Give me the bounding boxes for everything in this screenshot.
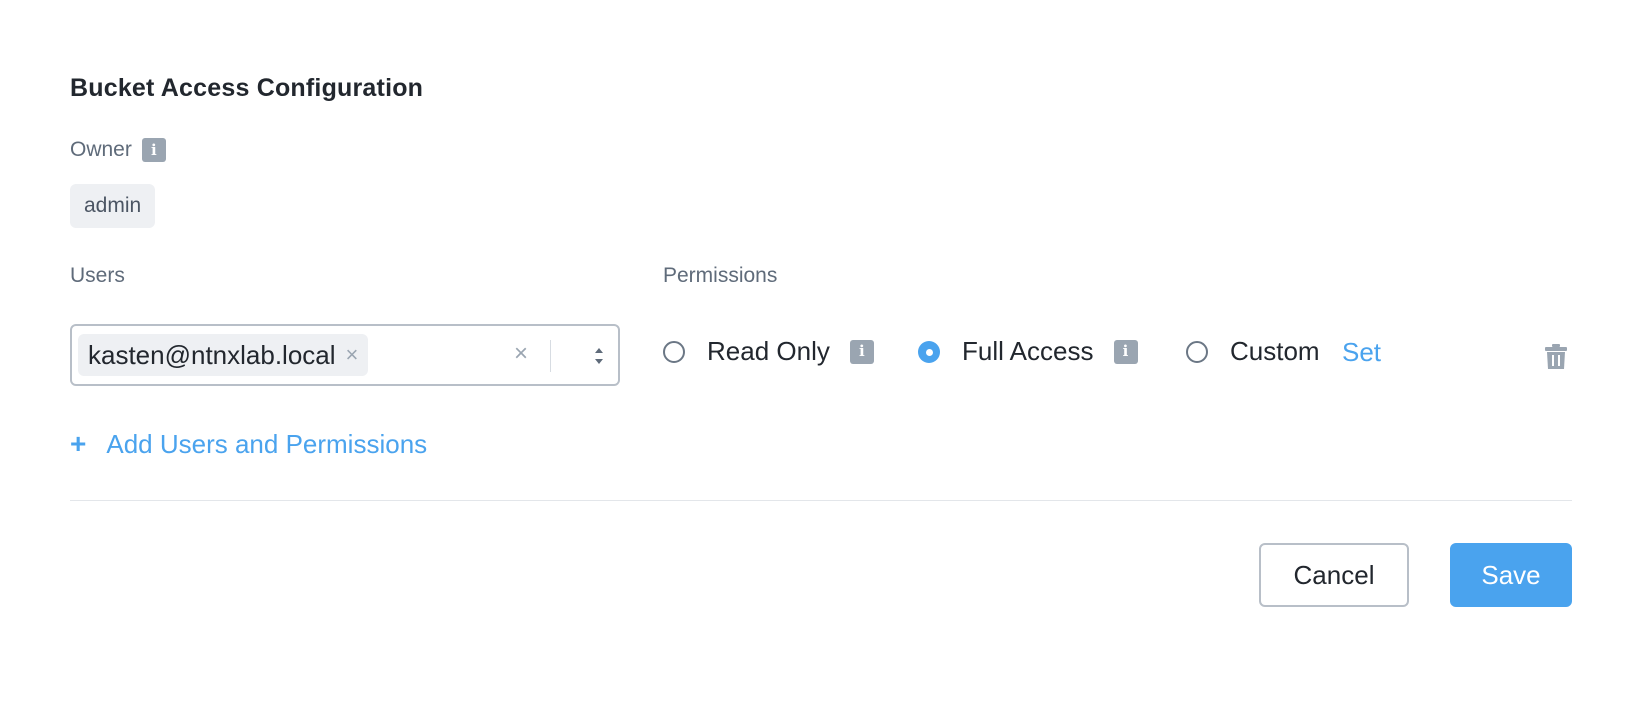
user-chip-label: kasten@ntnxlab.local — [88, 339, 336, 370]
radio-custom-circle[interactable] — [1186, 340, 1208, 363]
permissions-label: Permissions — [663, 264, 778, 287]
plus-icon: + — [70, 428, 87, 459]
footer-divider — [70, 500, 1572, 501]
owner-label: Owner — [70, 138, 132, 161]
radio-custom-label: Custom — [1230, 336, 1320, 366]
user-chip: kasten@ntnxlab.local × — [78, 334, 369, 376]
radio-read-only-circle[interactable] — [663, 340, 685, 363]
save-button[interactable]: Save — [1450, 543, 1572, 607]
owner-label-row: Owner i — [70, 138, 166, 162]
users-select[interactable]: kasten@ntnxlab.local × × — [70, 324, 620, 386]
info-icon[interactable]: i — [1113, 339, 1138, 364]
radio-full-access[interactable]: Full Access i — [918, 336, 1138, 367]
radio-custom[interactable]: Custom — [1186, 336, 1320, 367]
info-icon[interactable]: i — [849, 339, 874, 364]
info-icon[interactable]: i — [141, 138, 166, 162]
radio-read-only-label: Read Only — [707, 336, 830, 366]
owner-value: admin — [70, 184, 156, 228]
users-label: Users — [70, 264, 125, 287]
select-arrows-icon[interactable] — [592, 342, 606, 370]
radio-full-access-label: Full Access — [962, 336, 1094, 366]
clear-selection-icon[interactable]: × — [514, 340, 528, 368]
cancel-button[interactable]: Cancel — [1259, 543, 1409, 607]
dialog-title: Bucket Access Configuration — [70, 74, 424, 102]
custom-set-link[interactable]: Set — [1342, 337, 1381, 368]
add-users-permissions-label: Add Users and Permissions — [106, 428, 428, 459]
add-users-permissions-link[interactable]: + Add Users and Permissions — [70, 428, 427, 460]
chip-remove-icon[interactable]: × — [346, 342, 359, 368]
trash-icon[interactable] — [1545, 344, 1567, 370]
radio-full-access-circle[interactable] — [918, 340, 940, 363]
select-divider — [550, 340, 551, 372]
radio-read-only[interactable]: Read Only i — [663, 336, 874, 367]
